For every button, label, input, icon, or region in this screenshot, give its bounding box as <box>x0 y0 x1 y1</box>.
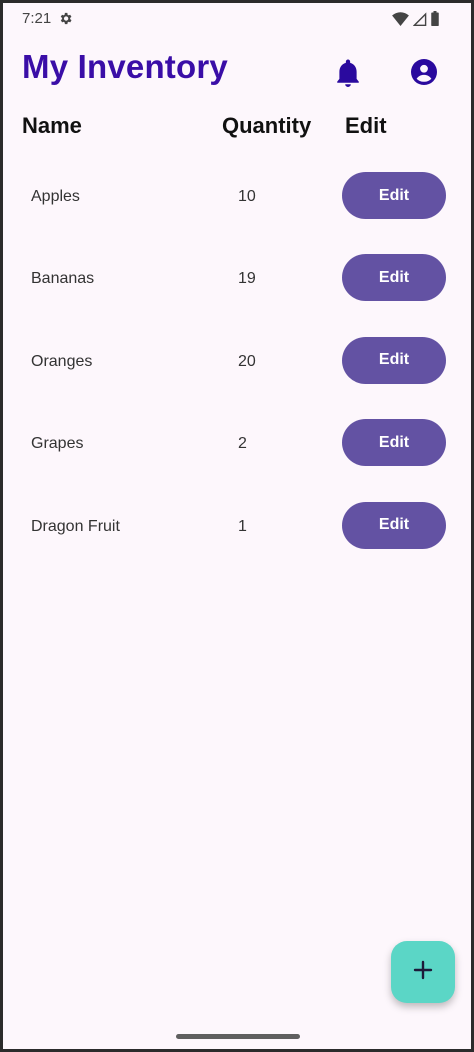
item-quantity: 2 <box>238 435 247 453</box>
plus-icon <box>413 960 433 985</box>
signal-icon <box>413 11 427 26</box>
page-title: My Inventory <box>22 48 228 85</box>
header-edit: Edit <box>345 113 387 138</box>
list-item: Dragon Fruit 1 Edit <box>3 499 471 581</box>
bell-icon[interactable] <box>335 59 361 87</box>
item-quantity: 10 <box>238 188 256 205</box>
status-bar: 7:21 <box>3 3 471 33</box>
item-name: Bananas <box>31 270 95 288</box>
edit-button[interactable]: Edit <box>342 336 446 384</box>
add-item-button[interactable] <box>391 941 455 1003</box>
item-name: Dragon Fruit <box>31 517 120 535</box>
item-quantity: 19 <box>238 270 256 288</box>
item-quantity: 20 <box>238 352 256 370</box>
item-name: Grapes <box>31 435 84 453</box>
edit-button[interactable]: Edit <box>342 501 446 549</box>
account-icon[interactable] <box>411 59 437 85</box>
battery-icon <box>431 11 439 26</box>
item-name: Oranges <box>31 352 93 370</box>
app-screen: 7:21 My Inventory Name Quantity Edit App… <box>3 3 471 1049</box>
list-item: Bananas 19 Edit <box>3 251 471 333</box>
wifi-icon <box>392 11 409 26</box>
list-item: Apples 10 Edit <box>3 169 471 251</box>
item-name: Apples <box>31 188 80 205</box>
status-time: 7:21 <box>22 10 52 27</box>
edit-button[interactable]: Edit <box>342 254 446 302</box>
gesture-nav-handle[interactable] <box>176 1034 300 1039</box>
edit-button[interactable]: Edit <box>342 419 446 467</box>
header-name: Name <box>22 113 82 138</box>
list-item: Oranges 20 Edit <box>3 334 471 416</box>
header-quantity: Quantity <box>222 113 312 138</box>
status-icons <box>392 11 439 26</box>
edit-button[interactable]: Edit <box>342 172 446 219</box>
inventory-list: Apples 10 Edit Bananas 19 Edit Oranges 2… <box>3 169 471 581</box>
list-item: Grapes 2 Edit <box>3 416 471 498</box>
item-quantity: 1 <box>238 517 247 535</box>
settings-gear-icon <box>58 11 73 26</box>
